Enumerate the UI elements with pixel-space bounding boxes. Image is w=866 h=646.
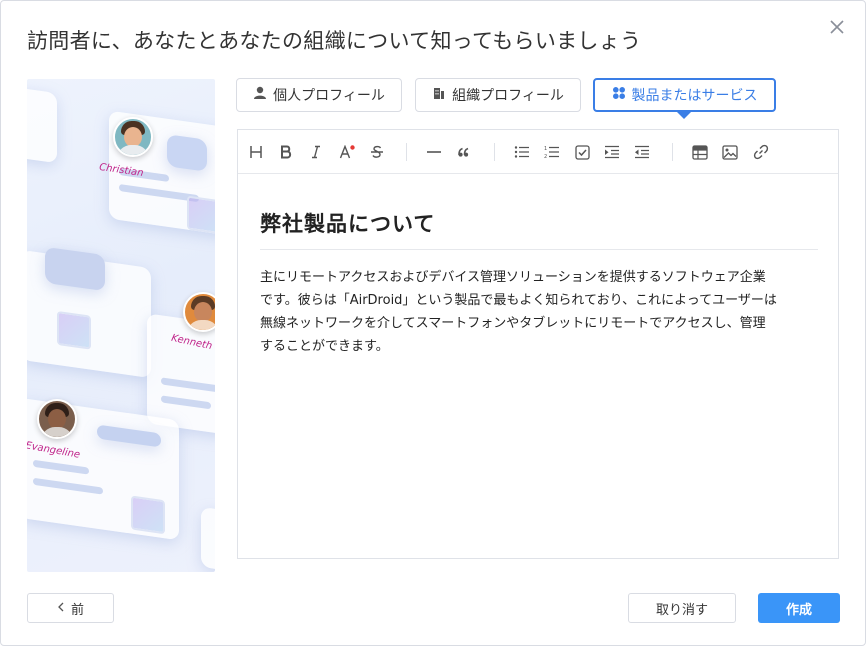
previous-button[interactable]: 前 — [27, 593, 114, 623]
checklist-icon[interactable] — [571, 141, 593, 163]
strikethrough-icon[interactable] — [366, 141, 388, 163]
svg-text:2: 2 — [544, 154, 547, 159]
indent-icon[interactable] — [601, 141, 623, 163]
bullet-list-icon[interactable] — [511, 141, 533, 163]
toolbar-separator — [494, 143, 495, 161]
outdent-icon[interactable] — [631, 141, 653, 163]
font-color-icon[interactable] — [336, 141, 358, 163]
rich-text-editor[interactable]: 12 弊社製品について 主にリモートアクセスおよびデバイス管理ソリューションを提… — [237, 129, 839, 559]
user-icon — [253, 86, 267, 104]
toolbar-separator — [406, 143, 407, 161]
horizontal-rule-icon[interactable] — [423, 141, 445, 163]
numbered-list-icon[interactable]: 12 — [541, 141, 563, 163]
tab-label: 組織プロフィール — [452, 88, 564, 104]
tab-label: 個人プロフィール — [273, 88, 385, 104]
link-icon[interactable] — [750, 141, 772, 163]
image-icon[interactable] — [719, 141, 741, 163]
chevron-left-icon — [57, 601, 65, 616]
building-icon — [432, 86, 446, 104]
chat-bubble-icon — [167, 134, 207, 172]
document-body: 主にリモートアクセスおよびデバイス管理ソリューションを提供するソフトウェア企業 … — [260, 270, 777, 354]
bold-icon[interactable] — [275, 141, 297, 163]
illustration-card — [201, 506, 215, 572]
toolbar-separator — [672, 143, 673, 161]
svg-text:1: 1 — [544, 146, 547, 152]
close-icon[interactable] — [827, 17, 847, 37]
tab-products-services[interactable]: 製品またはサービス — [593, 78, 776, 112]
cancel-button[interactable]: 取り消す — [628, 593, 736, 623]
editor-toolbar: 12 — [238, 130, 838, 174]
create-button[interactable]: 作成 — [758, 593, 840, 623]
tab-personal-profile[interactable]: 個人プロフィール — [236, 78, 402, 112]
italic-icon[interactable] — [305, 141, 327, 163]
dialog: 訪問者に、あなたとあなたの組織について知ってもらいましょう Christian … — [0, 0, 866, 646]
divider — [260, 249, 818, 250]
tab-label: 製品またはサービス — [631, 88, 758, 104]
dialog-title: 訪問者に、あなたとあなたの組織について知ってもらいましょう — [27, 29, 642, 53]
heading-icon[interactable] — [245, 141, 267, 163]
tab-organization-profile[interactable]: 組織プロフィール — [415, 78, 581, 112]
grid-icon — [612, 86, 626, 104]
avatar — [113, 117, 153, 157]
table-icon[interactable] — [689, 141, 711, 163]
avatar — [183, 292, 215, 332]
avatar — [37, 399, 77, 439]
document-title: 弊社製品について — [260, 212, 436, 236]
illustration-panel: Christian Kenneth Evangeline — [27, 79, 215, 572]
previous-button-label: 前 — [70, 602, 84, 618]
quote-icon[interactable] — [453, 141, 475, 163]
active-tab-indicator — [677, 112, 691, 119]
illustration-card — [27, 84, 57, 164]
